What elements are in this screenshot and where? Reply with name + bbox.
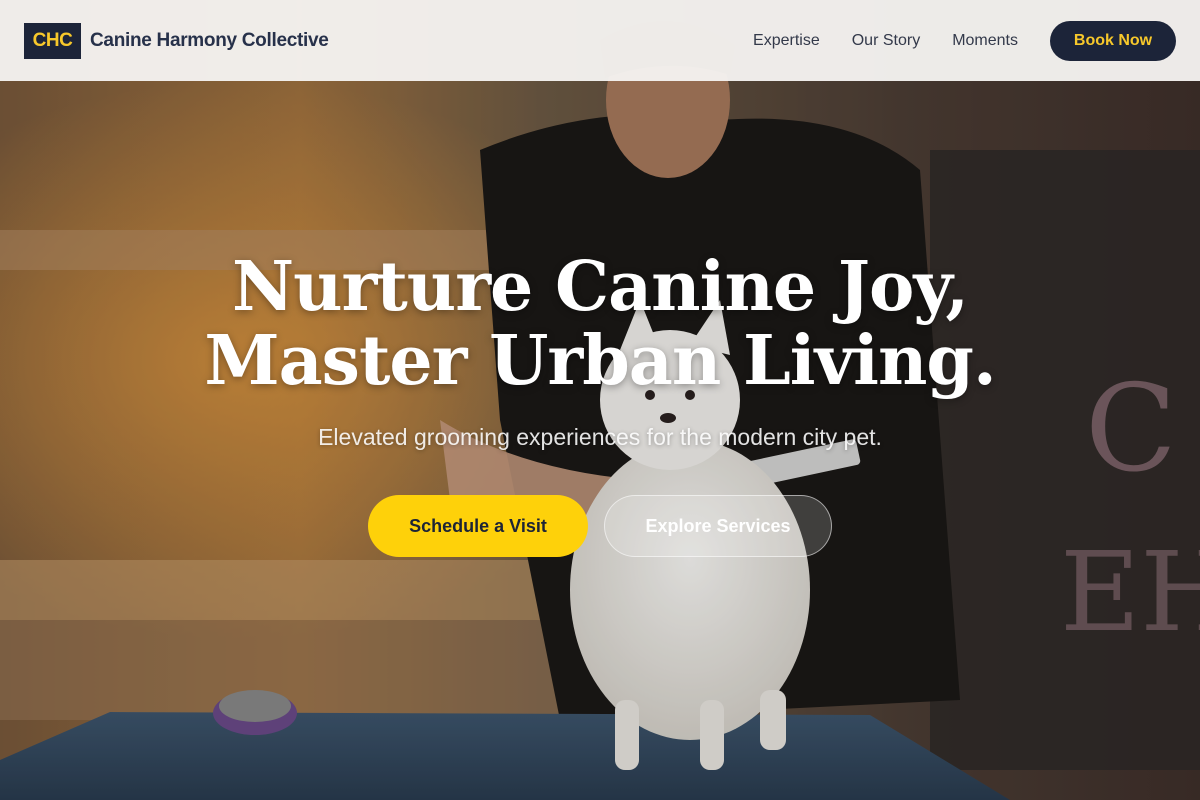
- brand-logo[interactable]: CHC Canine Harmony Collective: [24, 22, 329, 59]
- hero-title-line-2: Master Urban Living.: [204, 321, 996, 401]
- book-now-button[interactable]: Book Now: [1050, 20, 1176, 61]
- nav-link-moments[interactable]: Moments: [952, 32, 1018, 50]
- explore-services-button[interactable]: Explore Services: [604, 495, 832, 557]
- hero-subtitle: Elevated grooming experiences for the mo…: [318, 424, 882, 450]
- hero-title-line-1: Nurture Canine Joy,: [231, 247, 969, 327]
- hero-section: Nurture Canine Joy, Master Urban Living.…: [0, 250, 1200, 557]
- brand-badge: CHC: [24, 22, 81, 59]
- schedule-visit-button[interactable]: Schedule a Visit: [368, 495, 588, 557]
- nav-link-expertise[interactable]: Expertise: [753, 32, 820, 50]
- brand-name: Canine Harmony Collective: [90, 29, 329, 51]
- nav-link-our-story[interactable]: Our Story: [852, 32, 920, 50]
- main-nav: Expertise Our Story Moments Book Now: [753, 20, 1176, 61]
- hero-title: Nurture Canine Joy, Master Urban Living.: [0, 250, 1200, 398]
- hero-cta-row: Schedule a Visit Explore Services: [0, 495, 1200, 557]
- site-header: CHC Canine Harmony Collective Expertise …: [0, 0, 1200, 81]
